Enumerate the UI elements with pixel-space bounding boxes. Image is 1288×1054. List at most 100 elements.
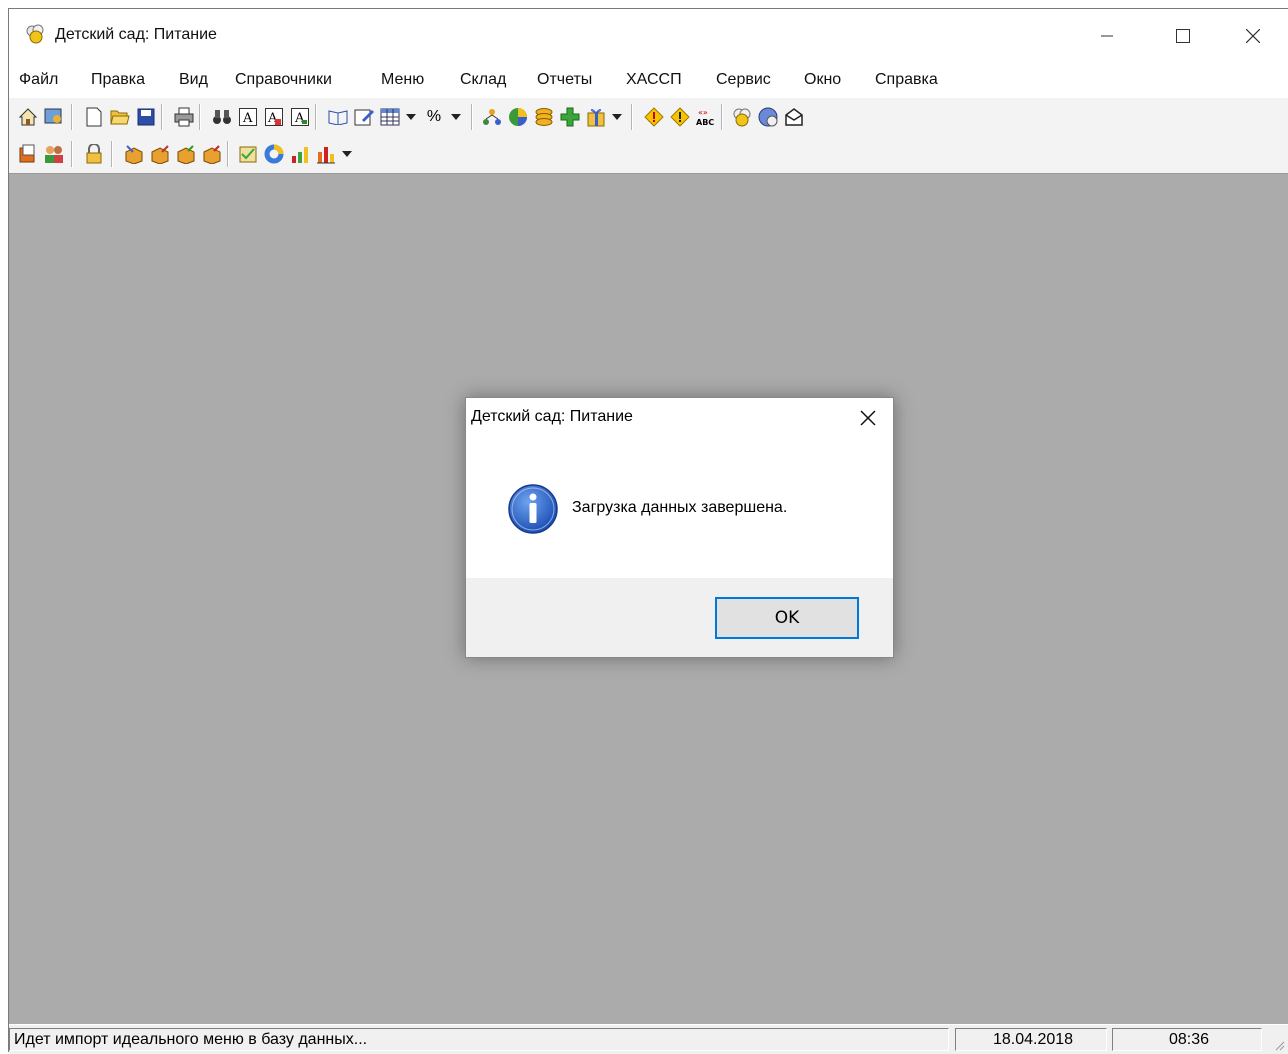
book-button[interactable] — [327, 106, 349, 128]
box-red-button[interactable] — [201, 143, 223, 165]
gift-button[interactable] — [585, 106, 607, 128]
globe-button[interactable] — [757, 106, 779, 128]
chef-hat-app-icon — [24, 23, 46, 45]
diagram-button[interactable] — [481, 106, 503, 128]
diagram-icon — [483, 109, 501, 125]
resize-grip-icon[interactable] — [1273, 1039, 1285, 1051]
close-icon — [1246, 29, 1260, 43]
save-icon — [137, 108, 155, 126]
mail-button[interactable] — [783, 106, 805, 128]
percent-dropdown-arrow[interactable] — [451, 114, 461, 120]
box-red-icon — [203, 145, 221, 164]
menu-file[interactable]: Файл — [17, 71, 60, 89]
font-button[interactable]: A — [237, 106, 259, 128]
title-bar[interactable]: Детский сад: Питание — [9, 9, 1288, 63]
close-icon — [860, 410, 876, 426]
dialog-footer: OK — [466, 578, 893, 657]
menu-window[interactable]: Окно — [802, 71, 843, 89]
dialog-message: Загрузка данных завершена. — [572, 499, 788, 516]
box-green-icon — [177, 145, 195, 164]
home-icon — [18, 108, 38, 126]
font-box-button[interactable]: A — [289, 106, 311, 128]
table-icon — [380, 108, 400, 126]
warning-button[interactable] — [643, 106, 665, 128]
document-open-button[interactable] — [17, 143, 39, 165]
window-users-button[interactable] — [43, 106, 65, 128]
menu-directories[interactable]: Справочники — [233, 71, 334, 89]
print-button[interactable] — [173, 106, 195, 128]
checklist-icon — [239, 146, 257, 163]
box-green-button[interactable] — [175, 143, 197, 165]
font-a-box-icon: A — [291, 108, 309, 126]
menu-service[interactable]: Сервис — [714, 71, 773, 89]
warning-alt-button[interactable] — [669, 106, 691, 128]
home-button[interactable] — [17, 106, 39, 128]
maximize-icon — [1176, 29, 1190, 43]
ok-button[interactable]: OK — [715, 597, 859, 639]
box-out-button[interactable] — [149, 143, 171, 165]
coins-button[interactable] — [533, 106, 555, 128]
window-title: Детский сад: Питание — [55, 26, 217, 43]
chart-dropdown-arrow[interactable] — [342, 151, 352, 157]
minimize-icon — [1101, 35, 1113, 37]
new-document-button[interactable] — [83, 106, 105, 128]
menu-bar: Файл Правка Вид Справочники Меню Склад О… — [9, 63, 1288, 97]
font-a-icon: A — [239, 108, 257, 126]
percent-button[interactable]: % — [423, 106, 445, 128]
menu-view[interactable]: Вид — [177, 71, 210, 89]
chef-icon — [733, 108, 751, 127]
gift-icon — [587, 109, 605, 127]
menu-help[interactable]: Справка — [873, 71, 940, 89]
save-button[interactable] — [135, 106, 157, 128]
toolbar-separator — [199, 104, 201, 130]
window-users-icon — [44, 108, 62, 124]
minimize-button[interactable] — [1071, 9, 1143, 63]
dialog-title: Детский сад: Питание — [471, 408, 633, 425]
people-icon — [45, 146, 63, 163]
percent-icon: % — [426, 108, 442, 125]
menu-edit[interactable]: Правка — [89, 71, 147, 89]
print-icon — [174, 107, 194, 127]
bar-chart-button[interactable] — [315, 143, 337, 165]
menu-menu[interactable]: Меню — [379, 71, 426, 89]
gift-dropdown-arrow[interactable] — [612, 114, 622, 120]
warning-alt-icon — [670, 107, 690, 127]
pie-chart-button[interactable] — [507, 106, 529, 128]
close-window-button[interactable] — [1217, 9, 1288, 63]
table-button[interactable] — [379, 106, 401, 128]
font-a-red-icon: A — [265, 108, 283, 126]
find-button[interactable] — [211, 106, 233, 128]
dialog-close-button[interactable] — [852, 404, 884, 432]
toolbar-separator — [71, 141, 73, 167]
people-button[interactable] — [43, 143, 65, 165]
lock-button[interactable] — [83, 143, 105, 165]
svg-text:«»: «» — [698, 108, 708, 117]
open-folder-button[interactable] — [109, 106, 131, 128]
spellcheck-button[interactable]: «» ABC — [695, 106, 717, 128]
maximize-button[interactable] — [1147, 9, 1219, 63]
box-in-icon — [125, 145, 143, 164]
globe-icon — [758, 107, 778, 127]
chef-button[interactable] — [731, 106, 753, 128]
growth-chart-button[interactable] — [289, 143, 311, 165]
ring-chart-icon — [264, 144, 284, 164]
toolbar-separator — [227, 141, 229, 167]
book-icon — [328, 110, 348, 125]
table-dropdown-arrow[interactable] — [406, 114, 416, 120]
add-button[interactable] — [559, 106, 581, 128]
font-red-button[interactable]: A — [263, 106, 285, 128]
pie-chart-icon — [509, 108, 527, 126]
status-bar: Идет импорт идеального меню в базу данны… — [9, 1024, 1288, 1054]
warning-icon — [644, 107, 664, 127]
mail-icon — [785, 108, 803, 126]
menu-warehouse[interactable]: Склад — [458, 71, 508, 89]
menu-reports[interactable]: Отчеты — [535, 71, 594, 89]
ring-chart-button[interactable] — [263, 143, 285, 165]
coins-icon — [535, 108, 553, 126]
status-time: 08:36 — [1112, 1028, 1262, 1051]
svg-text:ABC: ABC — [696, 118, 714, 127]
edit-note-button[interactable] — [353, 106, 375, 128]
menu-haccp[interactable]: ХАССП — [624, 71, 684, 89]
checklist-button[interactable] — [237, 143, 259, 165]
box-in-button[interactable] — [123, 143, 145, 165]
